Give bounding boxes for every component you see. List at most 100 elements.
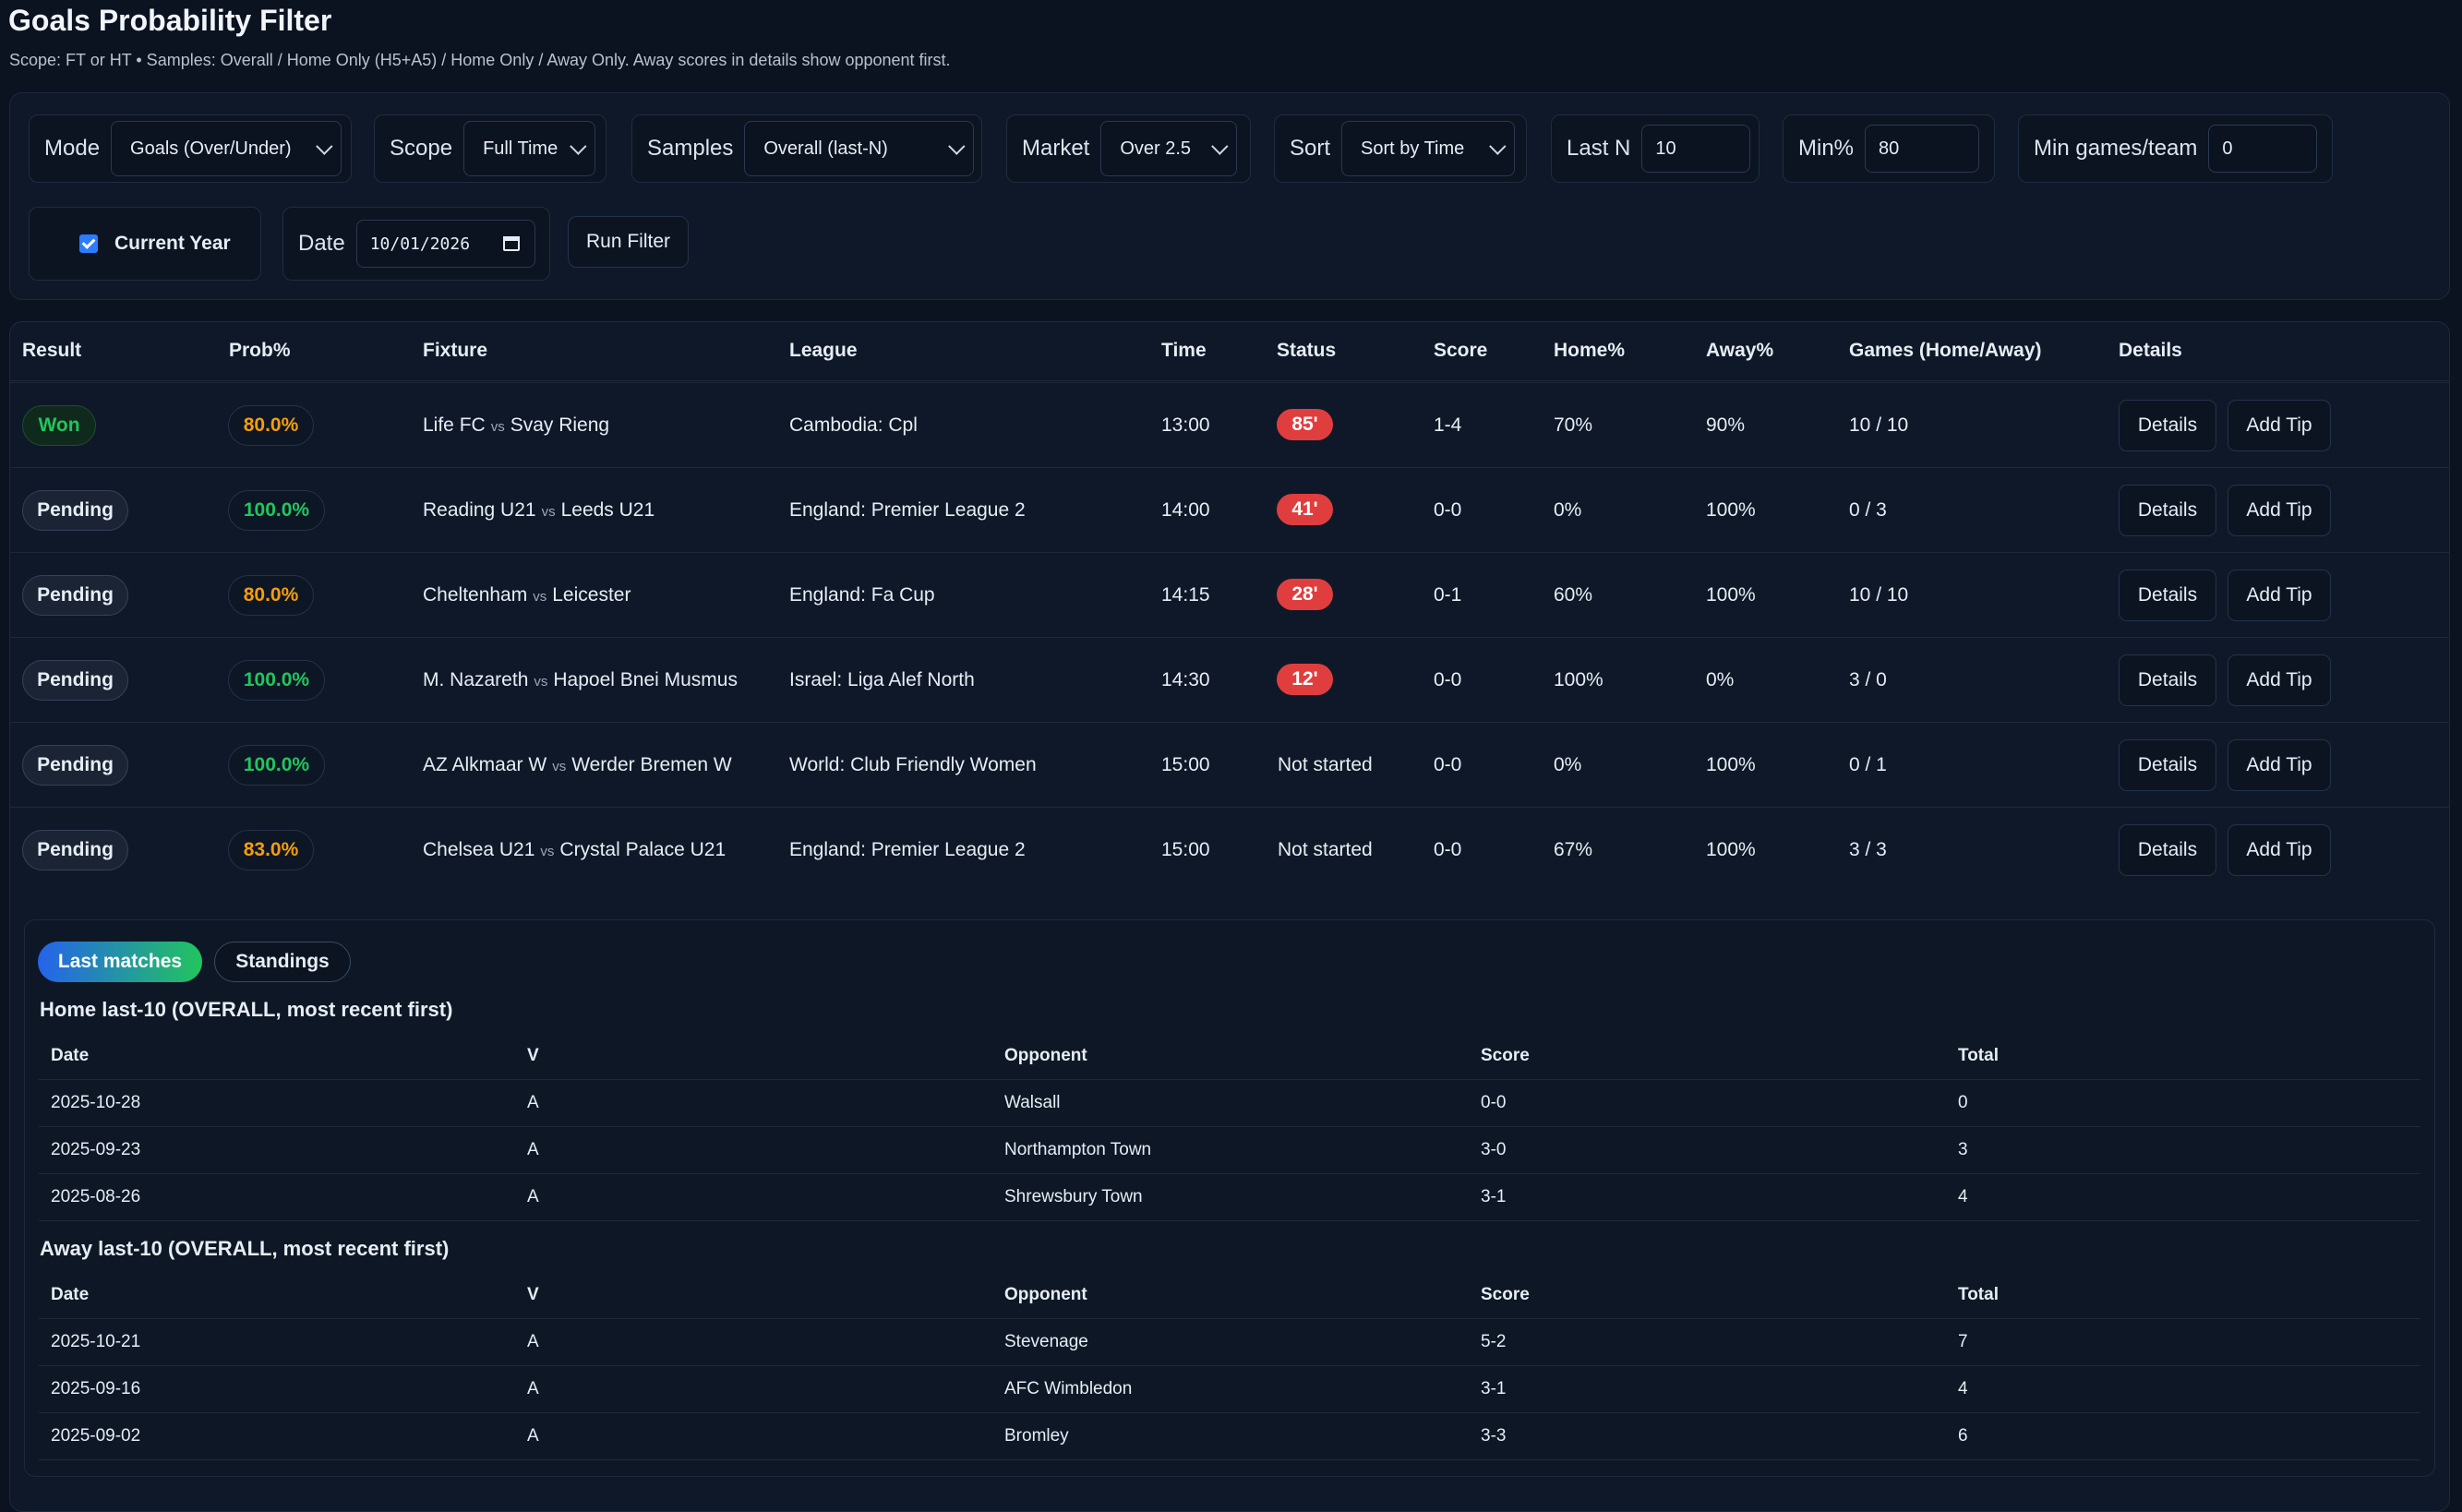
details-button[interactable]: Details: [2119, 824, 2216, 876]
current-year-checkbox[interactable]: [79, 234, 98, 253]
details-button[interactable]: Details: [2119, 400, 2216, 451]
date-label: Date: [298, 231, 345, 256]
samples-select[interactable]: Overall (last-N): [744, 121, 975, 176]
chevron-down-icon: [316, 137, 333, 155]
add-tip-button[interactable]: Add Tip: [2228, 400, 2331, 451]
add-tip-button[interactable]: Add Tip: [2228, 654, 2331, 706]
home-team: M. Nazareth: [423, 669, 529, 690]
mingames-value: 0: [2222, 138, 2233, 159]
opponent: Stevenage: [1004, 1332, 1088, 1351]
calendar-icon[interactable]: [502, 236, 520, 251]
market-select[interactable]: Over 2.5: [1100, 121, 1238, 176]
total-goals: 4: [1958, 1187, 1968, 1206]
page-title: Goals Probability Filter: [8, 4, 332, 37]
sort-value: Sort by Time: [1361, 138, 1465, 159]
opponent: Walsall: [1004, 1093, 1061, 1112]
total-goals: 0: [1958, 1093, 1968, 1112]
column-header: V: [527, 1285, 539, 1304]
minpct-value: 80: [1879, 138, 1900, 159]
details-button[interactable]: Details: [2119, 570, 2216, 621]
total-goals: 4: [1958, 1379, 1968, 1398]
vs-label: vs: [490, 419, 505, 435]
column-header: League: [789, 340, 858, 361]
scope-value: Full Time: [483, 138, 558, 159]
details-button[interactable]: Details: [2119, 485, 2216, 536]
score: 0-0: [1434, 499, 1462, 521]
column-header: Opponent: [1004, 1046, 1087, 1065]
market-value: Over 2.5: [1120, 138, 1192, 159]
column-header: V: [527, 1046, 539, 1065]
date-input[interactable]: 10/01/2026: [355, 220, 535, 268]
result-badge: Pending: [22, 490, 128, 531]
result-badge: Pending: [22, 745, 128, 786]
home-team: Chelsea U21: [423, 839, 535, 860]
venue: A: [527, 1426, 539, 1446]
mingames-control: Min games/team 0: [2018, 114, 2333, 183]
away-team: Hapoel Bnei Musmus: [553, 669, 738, 690]
row-divider: [39, 1126, 2420, 1127]
row-divider: [39, 1318, 2420, 1319]
details-button[interactable]: Details: [2119, 739, 2216, 791]
lastn-value: 10: [1655, 138, 1676, 159]
minpct-input[interactable]: 80: [1865, 125, 1980, 173]
vs-label: vs: [534, 674, 548, 690]
chevron-down-icon: [1211, 137, 1229, 155]
current-year-control[interactable]: Current Year: [29, 207, 261, 281]
total-goals: 6: [1958, 1426, 1968, 1446]
league: England: Premier League 2: [789, 499, 1026, 521]
score: 3-3: [1481, 1426, 1507, 1446]
home-team: Reading U21: [423, 499, 536, 521]
add-tip-button[interactable]: Add Tip: [2228, 739, 2331, 791]
home-percent: 60%: [1554, 584, 1593, 606]
column-header: Time: [1161, 340, 1207, 361]
column-header: Details: [2119, 340, 2182, 361]
home-team: Cheltenham: [423, 584, 528, 606]
column-header: Total: [1958, 1046, 1999, 1065]
mingames-input[interactable]: 0: [2208, 125, 2318, 173]
score: 5-2: [1481, 1332, 1507, 1351]
add-tip-button[interactable]: Add Tip: [2228, 485, 2331, 536]
home-percent: 100%: [1554, 669, 1603, 690]
probability-badge: 100.0%: [228, 660, 325, 701]
row-divider: [39, 1220, 2420, 1221]
match-date: 2025-10-21: [51, 1332, 141, 1351]
result-badge: Pending: [22, 575, 128, 616]
column-header: Home%: [1554, 340, 1626, 361]
tab-last-matches[interactable]: Last matches: [38, 942, 202, 982]
mode-label: Mode: [44, 136, 101, 161]
home-team: Life FC: [423, 414, 486, 436]
score: 0-0: [1434, 669, 1462, 690]
sort-select[interactable]: Sort by Time: [1341, 121, 1516, 176]
away-team: Werder Bremen W: [571, 754, 732, 775]
column-header: Away%: [1706, 340, 1774, 361]
header-divider: [10, 380, 2449, 381]
column-header: Fixture: [423, 340, 488, 361]
score: 0-1: [1434, 584, 1462, 606]
market-label: Market: [1022, 136, 1090, 161]
tab-standings[interactable]: Standings: [214, 942, 351, 982]
score: 3-1: [1481, 1379, 1507, 1398]
column-header: Score: [1434, 340, 1488, 361]
date-value: 10/01/2026: [369, 234, 471, 254]
probability-badge: 80.0%: [228, 405, 314, 446]
run-filter-button[interactable]: Run Filter: [568, 216, 689, 268]
games-count: 10 / 10: [1849, 584, 1909, 606]
away-section-title: Away last-10 (OVERALL, most recent first…: [40, 1237, 450, 1260]
minpct-label: Min%: [1798, 136, 1855, 161]
opponent: Bromley: [1004, 1426, 1069, 1446]
add-tip-button[interactable]: Add Tip: [2228, 570, 2331, 621]
details-button[interactable]: Details: [2119, 654, 2216, 706]
table-row: Won 80.0% Life FC vs Svay Rieng Cambodia: …: [10, 382, 2449, 467]
scope-select[interactable]: Full Time: [463, 121, 596, 176]
home-section-title: Home last-10 (OVERALL, most recent first…: [40, 998, 453, 1021]
games-count: 0 / 1: [1849, 754, 1887, 775]
chevron-down-icon: [1489, 137, 1507, 155]
probability-badge: 80.0%: [228, 575, 314, 616]
fixture: Life FC vs Svay Rieng: [423, 414, 609, 437]
live-minute-badge: 12': [1277, 664, 1333, 695]
lastn-input[interactable]: 10: [1641, 125, 1751, 173]
mode-select[interactable]: Goals (Over/Under): [111, 121, 342, 176]
vs-label: vs: [533, 589, 547, 605]
add-tip-button[interactable]: Add Tip: [2228, 824, 2331, 876]
away-percent: 100%: [1706, 839, 1756, 860]
